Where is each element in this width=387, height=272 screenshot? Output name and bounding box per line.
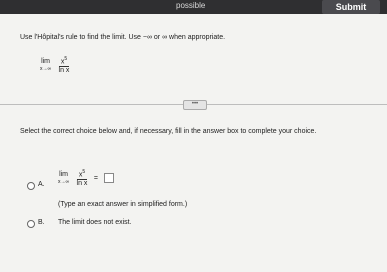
fraction-denominator: ln x [58, 67, 70, 75]
option-b-radio[interactable] [27, 220, 35, 228]
option-a-limit-operator: lim x→∞ [58, 171, 69, 185]
option-a-expression: lim x→∞ x5 ln x = [58, 168, 115, 188]
option-b-letter: B. [38, 219, 45, 226]
submit-button[interactable]: Submit [322, 0, 380, 14]
more-button[interactable]: ••• [183, 100, 207, 110]
option-a-numerator: x5 [78, 169, 86, 179]
option-a-exponent: 5 [82, 169, 86, 175]
option-b-text: The limit does not exist. [58, 219, 132, 226]
option-a-radio[interactable] [27, 182, 35, 190]
question-text: Use l'Hôpital's rule to find the limit. … [20, 34, 226, 41]
possible-label: possible [176, 1, 206, 10]
option-a-lim-subscript: x→∞ [58, 179, 70, 186]
top-bar: possible Submit [0, 0, 387, 14]
limit-fraction: x5 ln x [58, 55, 70, 75]
fraction-numerator: x5 [60, 56, 68, 66]
option-a-hint: (Type an exact answer in simplified form… [58, 201, 188, 208]
option-a-lim-word: lim [59, 171, 69, 179]
option-a-fraction: x5 ln x [76, 168, 88, 188]
lim-word: lim [41, 58, 51, 66]
limit-expression: lim x→∞ x5 ln x [40, 55, 70, 75]
answer-input-box[interactable] [104, 173, 115, 184]
numerator-exponent: 5 [64, 56, 68, 62]
equals-sign: = [93, 174, 98, 182]
limit-operator: lim x→∞ [40, 58, 51, 72]
instructions-text: Select the correct choice below and, if … [20, 128, 317, 135]
option-a-letter: A. [38, 181, 45, 188]
lim-subscript: x→∞ [40, 66, 52, 73]
option-a-denominator: ln x [76, 180, 88, 188]
